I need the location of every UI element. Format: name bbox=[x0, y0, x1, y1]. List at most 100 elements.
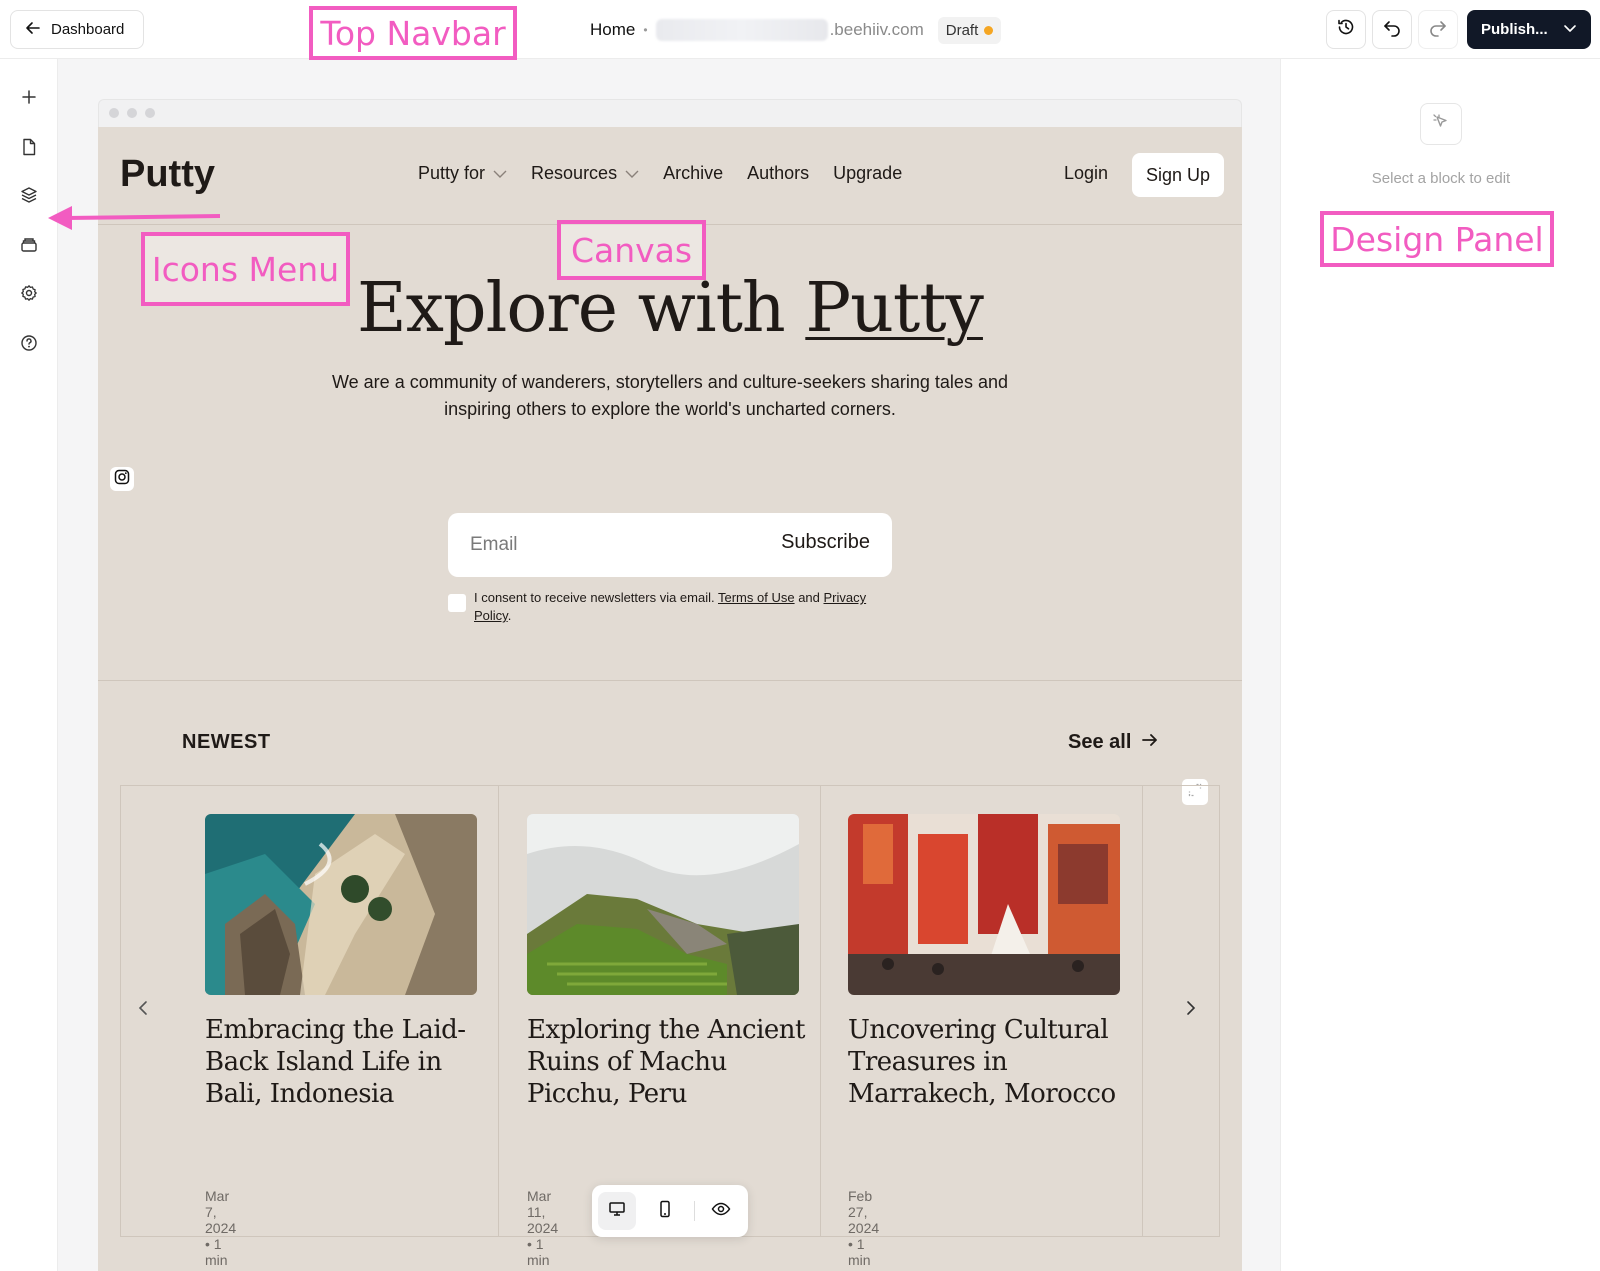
domain-suffix: .beehiiv.com bbox=[829, 20, 924, 39]
consent-checkbox[interactable] bbox=[448, 594, 466, 612]
nav-label: Resources bbox=[531, 163, 618, 183]
select-block-indicator bbox=[1420, 103, 1462, 145]
see-all-link[interactable]: See all bbox=[1068, 731, 1159, 754]
post-meta: Mar 7, 2024 • 1 min read bbox=[205, 1188, 237, 1271]
archive-button[interactable] bbox=[17, 235, 41, 259]
help-button[interactable] bbox=[17, 333, 41, 357]
history-button[interactable] bbox=[1326, 10, 1366, 49]
undo-icon bbox=[1382, 17, 1402, 42]
post-image-marrakech bbox=[848, 814, 1120, 995]
consent-and: and bbox=[794, 590, 824, 605]
hero-title-text: Explore with bbox=[357, 269, 806, 348]
window-dot bbox=[127, 108, 137, 118]
help-icon bbox=[20, 334, 38, 357]
mobile-icon bbox=[659, 1200, 671, 1223]
add-block-button[interactable] bbox=[17, 87, 41, 111]
site-nav: Putty for Resources Archive Authors Upgr… bbox=[418, 163, 902, 184]
preview-button[interactable] bbox=[702, 1192, 740, 1230]
window-dot bbox=[109, 108, 119, 118]
annotation-canvas: Canvas bbox=[557, 220, 706, 280]
status-badge: Draft bbox=[937, 16, 1002, 44]
undo-button[interactable] bbox=[1372, 10, 1412, 49]
arrow-right-icon bbox=[1141, 731, 1159, 754]
status-dot bbox=[984, 25, 994, 35]
dashboard-label: Dashboard bbox=[51, 21, 125, 38]
subscribe-button[interactable]: Subscribe bbox=[781, 531, 870, 554]
instagram-button[interactable] bbox=[110, 467, 134, 491]
post-carousel: Embracing the Laid-Back Island Life in B… bbox=[120, 785, 1220, 1271]
signup-button[interactable]: Sign Up bbox=[1132, 153, 1224, 197]
breadcrumb: Home • .beehiiv.com Draft bbox=[590, 15, 1002, 45]
site-logo[interactable]: Putty bbox=[120, 153, 215, 196]
consent-pre: I consent to receive newsletters via ema… bbox=[474, 590, 718, 605]
archive-icon bbox=[20, 237, 38, 258]
desktop-view-button[interactable] bbox=[598, 1192, 636, 1230]
post-card[interactable]: Exploring the Ancient Ruins of Machu Pic… bbox=[499, 786, 821, 1271]
divider bbox=[98, 680, 1242, 681]
instagram-icon bbox=[114, 469, 130, 490]
mobile-view-button[interactable] bbox=[646, 1192, 684, 1230]
top-navbar: Dashboard Home • .beehiiv.com Draft Publ… bbox=[0, 0, 1600, 59]
redo-button[interactable] bbox=[1418, 10, 1458, 49]
subscribe-form: Subscribe bbox=[448, 513, 892, 577]
panel-hint: Select a block to edit bbox=[1371, 170, 1511, 187]
nav-item-putty-for[interactable]: Putty for bbox=[418, 163, 507, 184]
chevron-down-icon bbox=[493, 163, 507, 184]
eye-icon bbox=[711, 1202, 731, 1221]
publish-button[interactable]: Publish... bbox=[1467, 10, 1591, 49]
nav-item-resources[interactable]: Resources bbox=[531, 163, 639, 184]
login-link[interactable]: Login bbox=[1064, 163, 1108, 184]
see-all-label: See all bbox=[1068, 731, 1132, 753]
post-card[interactable]: Embracing the Laid-Back Island Life in B… bbox=[121, 786, 499, 1271]
status-label: Draft bbox=[945, 21, 979, 39]
post-meta: Mar 11, 2024 • 1 min read bbox=[527, 1188, 559, 1271]
chevron-down-icon bbox=[625, 163, 639, 184]
consent-text: I consent to receive newsletters via ema… bbox=[474, 589, 894, 625]
annotation-design-panel: Design Panel bbox=[1320, 211, 1554, 267]
window-dot bbox=[145, 108, 155, 118]
pages-button[interactable] bbox=[17, 137, 41, 161]
annotation-icons-menu: Icons Menu bbox=[141, 232, 350, 306]
nav-label: Putty for bbox=[418, 163, 486, 183]
publish-label: Publish... bbox=[1481, 21, 1548, 38]
post-title: Uncovering Cultural Treasures in Marrake… bbox=[848, 1015, 1116, 1109]
desktop-icon bbox=[608, 1201, 626, 1222]
post-card[interactable]: Uncovering Cultural Treasures in Marrake… bbox=[821, 786, 1143, 1271]
cursor-select-icon bbox=[1431, 112, 1451, 137]
settings-button[interactable] bbox=[17, 283, 41, 307]
icons-menu bbox=[0, 59, 58, 1271]
editor-root: Dashboard Home • .beehiiv.com Draft Publ… bbox=[0, 0, 1600, 1271]
blurred-subdomain bbox=[655, 19, 828, 41]
browser-frame-bar bbox=[98, 99, 1242, 127]
device-toolbar bbox=[592, 1185, 748, 1237]
post-meta: Feb 27, 2024 • 1 min read bbox=[848, 1188, 880, 1271]
breadcrumb-separator: • bbox=[643, 23, 648, 37]
post-image-bali bbox=[205, 814, 477, 995]
terms-link[interactable]: Terms of Use bbox=[718, 590, 795, 605]
breadcrumb-home[interactable]: Home bbox=[590, 20, 635, 40]
nav-item-authors[interactable]: Authors bbox=[747, 163, 809, 184]
post-title: Embracing the Laid-Back Island Life in B… bbox=[205, 1015, 466, 1109]
consent-end: . bbox=[507, 608, 512, 623]
layers-button[interactable] bbox=[17, 185, 41, 209]
redo-icon bbox=[1428, 17, 1448, 42]
annotation-top-navbar: Top Navbar bbox=[309, 6, 517, 60]
gear-icon bbox=[20, 284, 38, 307]
hero-title-link: Putty bbox=[805, 269, 984, 348]
nav-item-upgrade[interactable]: Upgrade bbox=[833, 163, 902, 184]
carousel-next-button[interactable] bbox=[1185, 1000, 1197, 1021]
dashboard-button[interactable]: Dashboard bbox=[10, 10, 144, 49]
post-title: Exploring the Ancient Ruins of Machu Pic… bbox=[527, 1015, 805, 1109]
post-image-machu-picchu bbox=[527, 814, 799, 995]
arrow-left-icon bbox=[25, 20, 41, 40]
email-input[interactable] bbox=[470, 531, 740, 559]
hero-subtitle: We are a community of wanderers, storyte… bbox=[332, 372, 1008, 419]
annotation-arrow bbox=[48, 206, 221, 230]
section-heading: NEWEST bbox=[182, 731, 271, 753]
chevron-right-icon bbox=[1185, 1001, 1197, 1020]
plus-icon bbox=[21, 89, 37, 110]
divider bbox=[694, 1201, 695, 1221]
chevron-down-icon bbox=[1563, 21, 1577, 39]
nav-item-archive[interactable]: Archive bbox=[663, 163, 723, 184]
layers-icon bbox=[20, 186, 38, 209]
